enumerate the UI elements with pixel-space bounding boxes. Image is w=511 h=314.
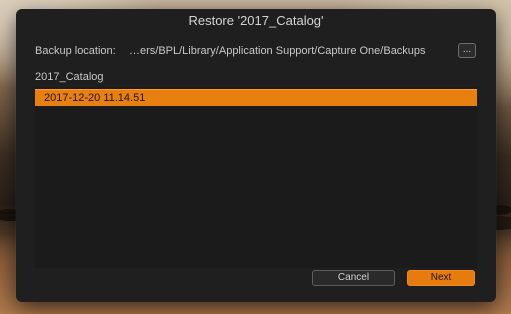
- dialog-title: Restore '2017_Catalog': [188, 13, 324, 28]
- catalog-name: 2017_Catalog: [35, 71, 104, 83]
- backup-location-path: …ers/BPL/Library/Application Support/Cap…: [129, 45, 426, 57]
- cancel-button[interactable]: Cancel: [312, 270, 395, 286]
- browse-button[interactable]: ...: [458, 43, 476, 58]
- backup-list-item-selected[interactable]: 2017-12-20 11.14.51: [35, 89, 477, 106]
- next-button[interactable]: Next: [407, 270, 475, 286]
- backup-list[interactable]: 2017-12-20 11.14.51: [35, 87, 477, 268]
- restore-dialog: Restore '2017_Catalog' Backup location: …: [16, 9, 496, 302]
- backup-location-label: Backup location:: [35, 45, 116, 57]
